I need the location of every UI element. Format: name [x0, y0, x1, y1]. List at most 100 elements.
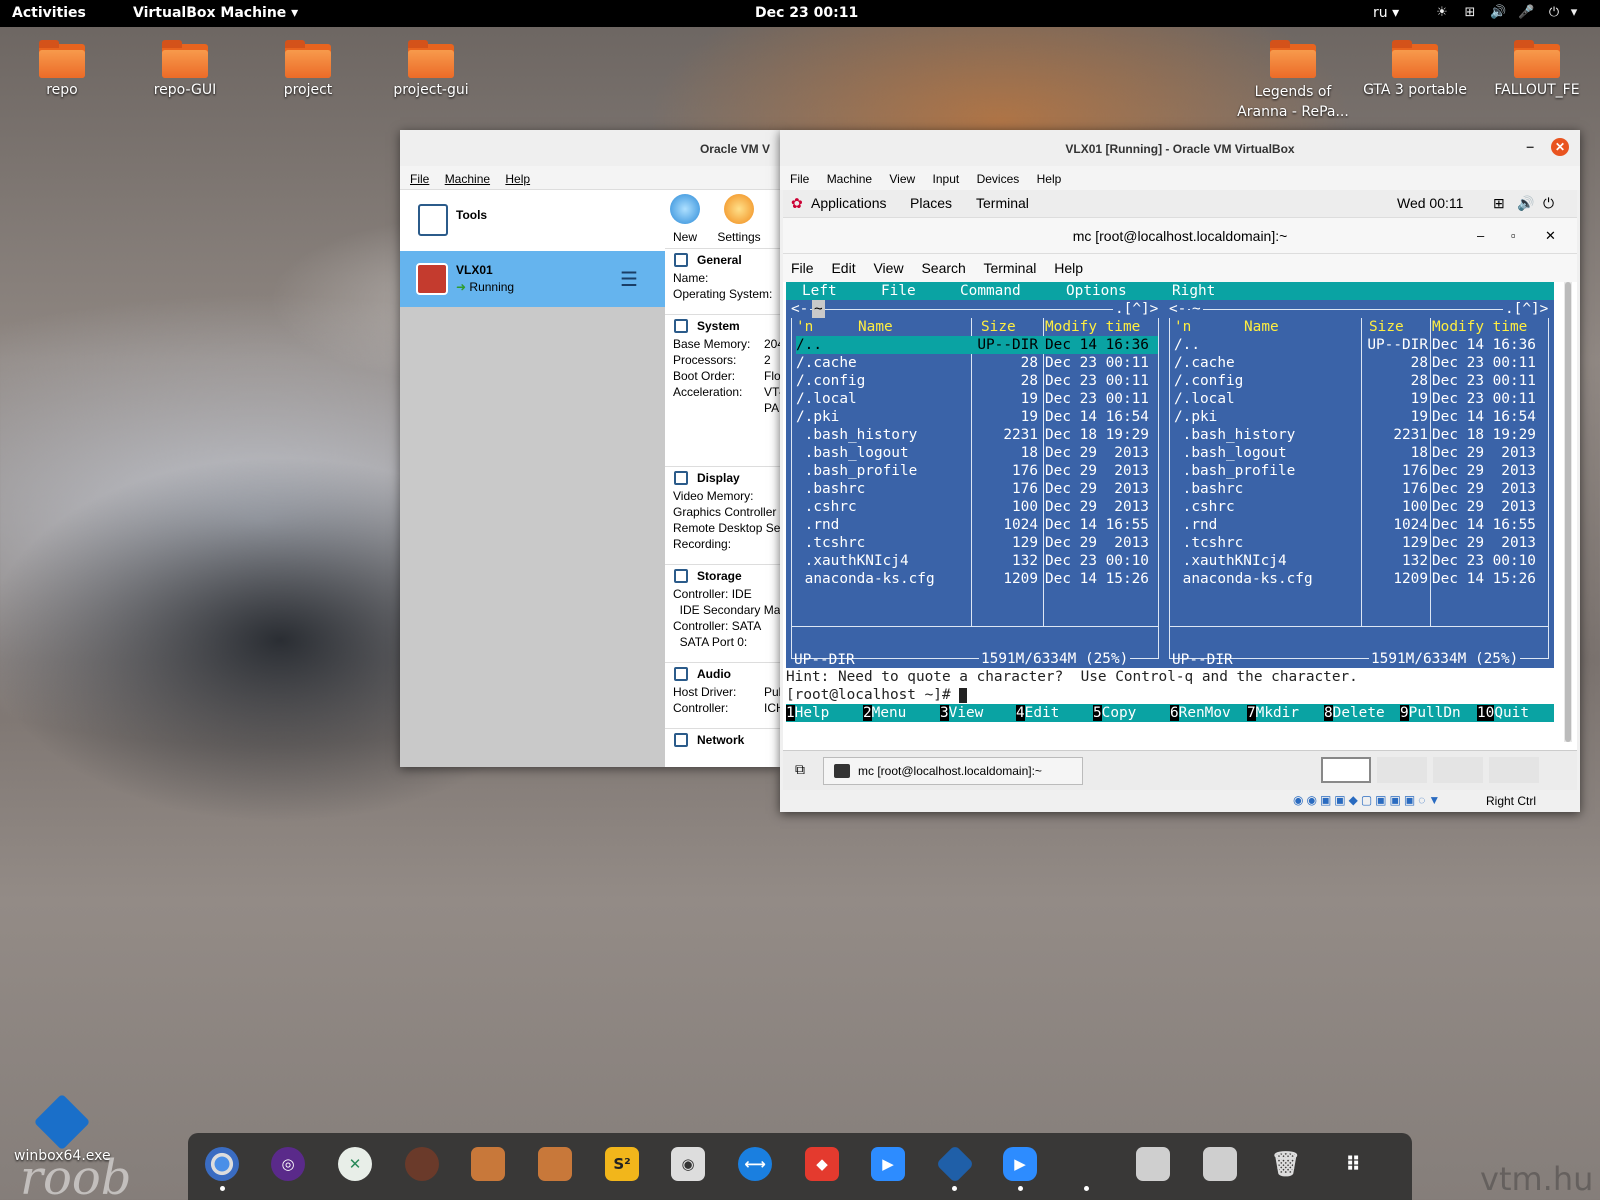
- mc-menu-right[interactable]: Right: [1172, 282, 1215, 300]
- tor-icon[interactable]: ◎: [271, 1147, 305, 1181]
- file-row[interactable]: .bash_logout 18 Dec 29 2013: [1174, 444, 1548, 462]
- rhythmbox-icon[interactable]: ◉: [671, 1147, 705, 1181]
- desktop-icon-project-gui[interactable]: project-gui: [376, 40, 486, 98]
- file-row[interactable]: .bash_history 2231 Dec 18 19:29: [796, 426, 1158, 444]
- minimize-button[interactable]: –: [1526, 138, 1534, 154]
- fkey-view[interactable]: 3View: [940, 704, 983, 722]
- term-menu-search[interactable]: Search: [921, 260, 965, 276]
- brightness-icon[interactable]: ☀: [1434, 5, 1450, 21]
- vm-device-status-icons[interactable]: ◉◉▣▣◆▢▣▣▣◌▼: [1293, 793, 1443, 807]
- file-row[interactable]: .bashrc 176 Dec 29 2013: [796, 480, 1158, 498]
- vm-menu-help[interactable]: Help: [1037, 172, 1062, 186]
- file-row[interactable]: .bash_profile 176 Dec 29 2013: [1174, 462, 1548, 480]
- game-2-icon[interactable]: [471, 1147, 505, 1181]
- desktop-icon-legends-of-aranna[interactable]: Legends of Aranna - RePa...: [1228, 40, 1358, 122]
- file-row[interactable]: /.config 28 Dec 23 00:11: [796, 372, 1158, 390]
- term-menu-edit[interactable]: Edit: [831, 260, 855, 276]
- mc-menu-command[interactable]: Command: [960, 282, 1021, 300]
- term-menu-terminal[interactable]: Terminal: [983, 260, 1036, 276]
- terminal-close-button[interactable]: ✕: [1545, 228, 1556, 244]
- guest-terminal-menu[interactable]: Terminal: [976, 195, 1029, 211]
- file-row[interactable]: .xauthKNIcj4 132 Dec 23 00:10: [1174, 552, 1548, 570]
- workspace-1[interactable]: [1321, 757, 1371, 783]
- file-row[interactable]: .bash_logout 18 Dec 29 2013: [796, 444, 1158, 462]
- close-button[interactable]: ✕: [1551, 138, 1569, 156]
- power-menu-arrow[interactable]: ▾: [1566, 5, 1582, 21]
- workspace-3[interactable]: [1433, 757, 1483, 783]
- file-row[interactable]: .rnd 1024 Dec 14 16:55: [796, 516, 1158, 534]
- file-row[interactable]: /.. UP--DIR Dec 14 16:36: [1174, 336, 1548, 354]
- teamviewer-icon[interactable]: ⟷: [738, 1147, 772, 1181]
- terminal-screen[interactable]: Left File Command Options Right <- ~ .[^…: [783, 282, 1577, 742]
- vm-menu-view[interactable]: View: [889, 172, 915, 186]
- file-row[interactable]: /.cache 28 Dec 23 00:11: [796, 354, 1158, 372]
- shell-prompt[interactable]: [root@localhost ~]#: [786, 686, 968, 704]
- sublime-icon[interactable]: S²: [605, 1147, 639, 1181]
- virtualbox-icon[interactable]: [935, 1144, 975, 1184]
- mc-right-panel[interactable]: <- ~ .[^]> 'n Name Size Modify time UP--…: [1164, 300, 1554, 668]
- guest-volume-icon[interactable]: 🔊: [1517, 195, 1534, 212]
- zoom-2-icon[interactable]: ▶: [1003, 1147, 1037, 1181]
- game-1-icon[interactable]: [405, 1147, 439, 1181]
- network-icon[interactable]: ⊞: [1462, 5, 1478, 21]
- app-menu[interactable]: VirtualBox Machine ▾: [133, 5, 298, 21]
- file-row[interactable]: .bash_profile 176 Dec 29 2013: [796, 462, 1158, 480]
- fkey-copy[interactable]: 5Copy: [1093, 704, 1136, 722]
- fkey-edit[interactable]: 4Edit: [1016, 704, 1059, 722]
- file-row[interactable]: /.. UP--DIR Dec 14 16:36: [796, 336, 1158, 354]
- trash-icon[interactable]: 🗑: [1269, 1147, 1303, 1181]
- terminal-scrollbar[interactable]: [1564, 282, 1572, 742]
- fkey-mkdir[interactable]: 7Mkdir: [1247, 704, 1299, 722]
- file-row[interactable]: /.pki 19 Dec 14 16:54: [1174, 408, 1548, 426]
- game-3-icon[interactable]: [538, 1147, 572, 1181]
- file-row[interactable]: /.config 28 Dec 23 00:11: [1174, 372, 1548, 390]
- vm-menu-machine[interactable]: Machine: [827, 172, 872, 186]
- keyboard-layout[interactable]: ru ▾: [1373, 5, 1399, 21]
- settings-button[interactable]: Settings: [711, 190, 767, 244]
- power-icon[interactable]: ⏻: [1546, 5, 1562, 21]
- terminal-minimize-button[interactable]: –: [1477, 228, 1484, 243]
- fkey-delete[interactable]: 8Delete: [1324, 704, 1385, 722]
- zoom-icon[interactable]: ▶: [871, 1147, 905, 1181]
- mc-menu-options[interactable]: Options: [1066, 282, 1127, 300]
- desktop-icon-project[interactable]: project: [253, 40, 363, 98]
- workspace-4[interactable]: [1489, 757, 1539, 783]
- file-row[interactable]: .cshrc 100 Dec 29 2013: [1174, 498, 1548, 516]
- tools-item[interactable]: Tools: [400, 190, 665, 251]
- guest-applications-menu[interactable]: Applications: [811, 195, 887, 211]
- fkey-menu[interactable]: 2Menu: [863, 704, 906, 722]
- file-row[interactable]: .bash_history 2231 Dec 18 19:29: [1174, 426, 1548, 444]
- details-list-icon[interactable]: ☰: [620, 267, 638, 292]
- drive-1-icon[interactable]: [1136, 1147, 1170, 1181]
- anydesk-icon[interactable]: ◆: [805, 1147, 839, 1181]
- chrome-icon[interactable]: [205, 1147, 239, 1181]
- clock[interactable]: Dec 23 00:11: [755, 5, 858, 21]
- volume-icon[interactable]: 🔊: [1490, 5, 1506, 21]
- file-row[interactable]: anaconda-ks.cfg 1209 Dec 14 15:26: [796, 570, 1158, 588]
- microphone-icon[interactable]: 🎤: [1518, 5, 1534, 21]
- file-row[interactable]: .bashrc 176 Dec 29 2013: [1174, 480, 1548, 498]
- guest-clock[interactable]: Wed 00:11: [1397, 195, 1463, 211]
- file-row[interactable]: /.local 19 Dec 23 00:11: [1174, 390, 1548, 408]
- term-menu-view[interactable]: View: [873, 260, 903, 276]
- menu-machine[interactable]: Machine: [445, 172, 490, 186]
- vm-item-vlx01[interactable]: VLX01 ➜ Running ☰: [400, 251, 665, 307]
- show-desktop-icon[interactable]: ⧉: [795, 761, 805, 778]
- desktop-icon-gta3[interactable]: GTA 3 portable: [1360, 40, 1470, 98]
- guest-power-icon[interactable]: ⏻: [1543, 195, 1554, 212]
- fkey-renmov[interactable]: 6RenMov: [1170, 704, 1231, 722]
- drive-2-icon[interactable]: [1203, 1147, 1237, 1181]
- guest-network-icon[interactable]: ⊞: [1493, 195, 1505, 212]
- file-row[interactable]: .tcshrc 129 Dec 29 2013: [796, 534, 1158, 552]
- fkey-quit[interactable]: 10Quit: [1477, 704, 1529, 722]
- new-button[interactable]: New: [669, 190, 701, 244]
- vm-menu-file[interactable]: File: [790, 172, 809, 186]
- term-menu-file[interactable]: File: [791, 260, 814, 276]
- file-row[interactable]: /.local 19 Dec 23 00:11: [796, 390, 1158, 408]
- file-row[interactable]: .rnd 1024 Dec 14 16:55: [1174, 516, 1548, 534]
- file-row[interactable]: .xauthKNIcj4 132 Dec 23 00:10: [796, 552, 1158, 570]
- desktop-icon-fallout-fe[interactable]: FALLOUT_FE: [1482, 40, 1592, 98]
- taskbar-terminal-item[interactable]: mc [root@localhost.localdomain]:~: [823, 757, 1083, 785]
- workspace-2[interactable]: [1377, 757, 1427, 783]
- vm-menu-devices[interactable]: Devices: [977, 172, 1020, 186]
